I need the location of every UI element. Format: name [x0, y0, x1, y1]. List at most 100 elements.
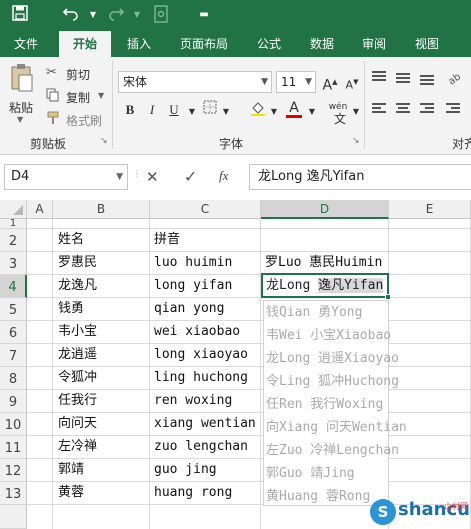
format-painter-button[interactable]: 格式刷	[46, 111, 108, 129]
row-header-9[interactable]: 9	[0, 390, 27, 413]
cell-b9[interactable]: 任我行	[55, 390, 97, 412]
cell-d3[interactable]: 罗Luo 惠民Huimin	[262, 252, 388, 274]
font-name-value: 宋体	[123, 75, 148, 89]
cancel-icon[interactable]: ✕	[146, 168, 159, 186]
cell-c5[interactable]: qian yong	[151, 298, 224, 320]
enter-icon[interactable]: ✓	[184, 167, 197, 186]
tab-home[interactable]: 开始	[59, 31, 111, 57]
cell-c3[interactable]: luo huimin	[151, 252, 232, 274]
redo-icon[interactable]	[105, 5, 127, 25]
cell-c8[interactable]: ling huchong	[151, 367, 248, 389]
gridline	[260, 219, 261, 529]
increase-font-icon[interactable]: A▲	[320, 72, 340, 94]
redo-dropdown-icon[interactable]: ▼	[126, 5, 148, 25]
align-bottom-icon[interactable]	[420, 75, 434, 87]
border-dropdown-icon[interactable]: ▼	[216, 102, 236, 122]
underline-button[interactable]: U	[164, 100, 184, 120]
cell-c11[interactable]: zuo lengchan	[151, 436, 248, 458]
cell-c2[interactable]: 拼音	[151, 229, 180, 251]
cell-b12[interactable]: 郭靖	[55, 459, 84, 481]
row-header-10[interactable]: 10	[0, 413, 27, 436]
column-header-d[interactable]: D	[261, 200, 389, 219]
row-header-14[interactable]	[0, 505, 27, 529]
cell-b5[interactable]: 钱勇	[55, 298, 84, 320]
tab-file[interactable]: 文件	[2, 31, 50, 57]
cell-b10[interactable]: 向问天	[55, 413, 97, 435]
save-icon[interactable]	[9, 5, 31, 25]
column-header-c[interactable]: C	[150, 200, 261, 219]
select-all-corner[interactable]	[0, 200, 27, 219]
formula-bar-grip-icon[interactable]: ⋮	[133, 169, 141, 178]
row-header-4[interactable]: 4	[0, 275, 27, 298]
chevron-down-icon: ▼	[305, 77, 312, 87]
dialog-launcher-icon[interactable]: ↘	[352, 136, 360, 146]
cell-c9[interactable]: ren woxing	[151, 390, 232, 412]
cell-b8[interactable]: 令狐冲	[55, 367, 97, 389]
align-top-icon[interactable]	[372, 71, 386, 83]
decrease-indent-icon[interactable]	[446, 103, 460, 115]
cell-c6[interactable]: wei xiaobao	[151, 321, 240, 343]
cell-b11[interactable]: 左冷禅	[55, 436, 97, 458]
row-header-1[interactable]: 1	[0, 219, 27, 229]
cell-c10[interactable]: xiang wentian	[151, 413, 256, 435]
paste-button[interactable]: 粘贴 ▼	[5, 63, 39, 124]
tab-insert[interactable]: 插入	[116, 31, 162, 57]
tab-view[interactable]: 视图	[405, 31, 449, 57]
active-cell-d4[interactable]: 龙Long 逸凡Yifan	[261, 273, 389, 298]
preview-item: 钱Qian 勇Yong	[266, 305, 363, 320]
cut-button[interactable]: ✂ 剪切	[46, 65, 106, 83]
tab-formulas[interactable]: 公式	[248, 31, 290, 57]
clipboard-icon	[10, 63, 34, 96]
phonetic-dropdown-icon[interactable]: ▼	[346, 102, 366, 122]
font-name-combo[interactable]: 宋体 ▼	[118, 71, 272, 93]
align-left-icon[interactable]	[372, 103, 386, 115]
bold-button[interactable]: B	[120, 100, 140, 120]
dialog-launcher-icon[interactable]: ↘	[100, 136, 108, 146]
row-header-12[interactable]: 12	[0, 459, 27, 482]
insert-function-icon[interactable]: fx	[219, 168, 228, 184]
watermark: S shancun 山村网	[370, 497, 471, 527]
cell-b3[interactable]: 罗惠民	[55, 252, 97, 274]
cell-b4[interactable]: 龙逸凡	[55, 275, 97, 297]
align-right-icon[interactable]	[420, 103, 434, 115]
decrease-font-icon[interactable]: A▼	[342, 72, 362, 92]
cell-b6[interactable]: 韦小宝	[55, 321, 97, 343]
align-middle-icon[interactable]	[396, 73, 410, 85]
undo-dropdown-icon[interactable]: ▼	[82, 5, 104, 25]
align-center-icon[interactable]	[396, 103, 410, 115]
orientation-icon[interactable]: ab	[444, 69, 464, 89]
undo-icon[interactable]	[60, 5, 82, 25]
row-header-2[interactable]: 2	[0, 229, 27, 252]
cell-b2[interactable]: 姓名	[55, 229, 84, 251]
cell-c12[interactable]: guo jing	[151, 459, 217, 481]
name-box[interactable]: D4 ▼	[4, 164, 128, 190]
customize-dropdown-icon[interactable]: ▬	[193, 5, 215, 25]
row-header-3[interactable]: 3	[0, 252, 27, 275]
row-header-5[interactable]: 5	[0, 298, 27, 321]
cell-c13[interactable]: huang rong	[151, 482, 232, 504]
column-header-b[interactable]: B	[53, 200, 150, 219]
row-header-11[interactable]: 11	[0, 436, 27, 459]
cell-b7[interactable]: 龙逍遥	[55, 344, 97, 366]
column-header-a[interactable]: A	[27, 200, 53, 219]
touch-mode-icon[interactable]	[150, 5, 172, 25]
fill-dropdown-icon[interactable]: ▼	[264, 102, 284, 122]
tab-data[interactable]: 数据	[300, 31, 344, 57]
row-header-7[interactable]: 7	[0, 344, 27, 367]
row-header-6[interactable]: 6	[0, 321, 27, 344]
cell-c4[interactable]: long yifan	[151, 275, 232, 297]
italic-button[interactable]: I	[142, 100, 162, 120]
cell-c7[interactable]: long xiaoyao	[151, 344, 248, 366]
font-color-dropdown-icon[interactable]: ▼	[302, 102, 322, 122]
formula-input[interactable]: 龙Long 逸凡Yifan	[249, 164, 471, 190]
column-header-e[interactable]: E	[389, 200, 471, 219]
cell-b13[interactable]: 黄蓉	[55, 482, 84, 504]
font-size-combo[interactable]: 11 ▼	[276, 71, 316, 93]
underline-dropdown-icon[interactable]: ▼	[182, 102, 202, 122]
row-header-13[interactable]: 13	[0, 482, 27, 505]
tab-page-layout[interactable]: 页面布局	[170, 31, 238, 57]
row-header-8[interactable]: 8	[0, 367, 27, 390]
tab-review[interactable]: 审阅	[352, 31, 396, 57]
font-color-icon[interactable]: A	[284, 98, 304, 118]
copy-button[interactable]: 复制 ▼	[46, 88, 108, 106]
